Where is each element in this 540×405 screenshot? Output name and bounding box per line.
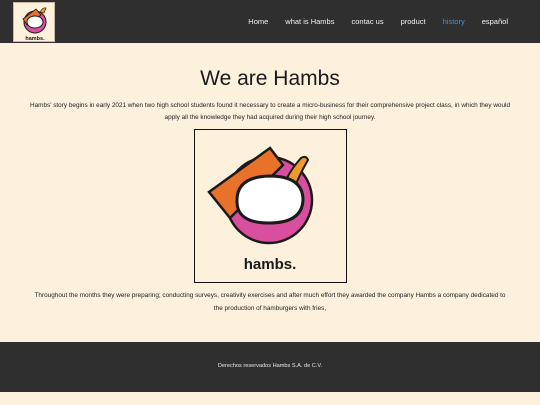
- navbar: hambs. Home what is Hambs contac us prod…: [0, 0, 540, 43]
- footer-copyright: Derechos reservados Hambs S.A. de C.V.: [217, 363, 323, 369]
- page-bottom-strip: [0, 392, 540, 405]
- nav-history[interactable]: history: [443, 17, 465, 26]
- hambs-logo-icon: hambs.: [22, 7, 47, 42]
- nav-what-is-hambs[interactable]: what is Hambs: [285, 17, 334, 26]
- figure-logo-text: hambs.: [244, 256, 297, 273]
- page-title: We are Hambs: [200, 67, 340, 90]
- intro-paragraph: Hambs' story begins in early 2021 when t…: [29, 102, 511, 121]
- site-logo[interactable]: hambs.: [13, 2, 55, 42]
- outro-paragraph: Throughout the months they were preparin…: [34, 292, 506, 312]
- nav-product[interactable]: product: [401, 17, 426, 26]
- logo-text: hambs.: [25, 36, 45, 42]
- nav-home[interactable]: Home: [248, 17, 268, 26]
- hambs-logo-image: hambs.: [194, 129, 347, 283]
- main-nav: Home what is Hambs contac us product his…: [231, 0, 508, 43]
- hamburger-logo-icon: hambs.: [207, 146, 314, 273]
- nav-contact-us[interactable]: contac us: [351, 17, 383, 26]
- nav-espanol[interactable]: español: [482, 17, 508, 26]
